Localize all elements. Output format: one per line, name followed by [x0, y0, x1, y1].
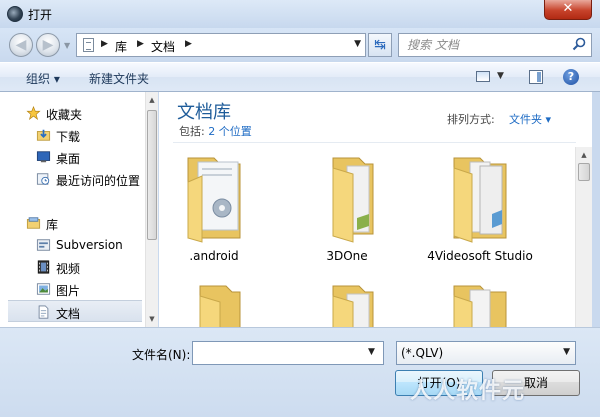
nav-item-downloads[interactable]: 下载 — [0, 124, 144, 146]
library-title: 文档库 — [177, 102, 231, 123]
breadcrumb-separator-icon[interactable]: ▶ — [137, 39, 144, 49]
navigation-scrollbar[interactable]: ▲ ▼ — [145, 92, 158, 327]
nav-item-label: 收藏夹 — [46, 108, 83, 122]
recent-pages-dropdown-icon[interactable]: ▼ — [64, 41, 70, 50]
back-button[interactable]: ◀ — [9, 33, 33, 57]
nav-item-label: 库 — [46, 218, 59, 232]
subversion-library-icon — [36, 239, 51, 251]
recent-places-icon — [36, 173, 50, 185]
nav-item-label: 文档 — [56, 307, 81, 321]
file-item-4videosoft-studio[interactable]: 4Videosoft Studio — [425, 154, 535, 284]
library-includes: 包括: 2 个位置 — [179, 123, 252, 139]
scroll-up-icon[interactable]: ▲ — [146, 94, 158, 106]
scroll-down-icon[interactable]: ▼ — [146, 313, 158, 325]
preview-pane-icon[interactable] — [529, 70, 543, 84]
nav-item-label: Subversion — [56, 238, 123, 252]
download-folder-icon — [36, 129, 51, 141]
file-name: .android — [189, 249, 239, 263]
pictures-library-icon — [36, 283, 51, 295]
scroll-up-icon[interactable]: ▲ — [576, 149, 592, 161]
desktop-icon — [36, 151, 51, 163]
refresh-button[interactable]: ↹ — [368, 33, 392, 57]
breadcrumb-separator-icon[interactable]: ▶ — [185, 39, 192, 49]
close-button[interactable]: ✕ — [544, 0, 592, 20]
nav-item-label: 下载 — [56, 130, 81, 144]
nav-item-pictures[interactable]: 图片 — [0, 278, 144, 300]
forward-button[interactable]: ▶ — [36, 33, 60, 57]
page-icon — [83, 38, 94, 52]
app-icon — [7, 6, 23, 22]
open-button[interactable]: 打开(O) — [395, 370, 483, 396]
library-includes-label: 包括: — [179, 125, 205, 138]
nav-item-libraries[interactable]: 库 — [0, 212, 144, 234]
nav-item-label: 图片 — [56, 284, 81, 298]
search-icon[interactable] — [572, 37, 586, 51]
folder-with-document-icon — [187, 157, 241, 243]
video-library-icon — [37, 260, 50, 274]
breadcrumb-libraries[interactable]: 库 — [115, 38, 127, 55]
breadcrumb-documents[interactable]: 文档 — [151, 38, 175, 55]
scrollbar-thumb[interactable] — [578, 163, 590, 181]
library-locations-link[interactable]: 2 个位置 — [208, 125, 252, 138]
file-type-select[interactable]: (*.QLV) ▼ — [396, 341, 576, 365]
nav-item-favorites[interactable]: 收藏夹 — [0, 102, 144, 124]
title-bar: 打开 ✕ — [0, 0, 600, 28]
nav-item-label: 桌面 — [56, 152, 81, 166]
search-input[interactable] — [399, 34, 569, 56]
cancel-button[interactable]: 取消 — [492, 370, 580, 396]
nav-item-label: 最近访问的位置 — [56, 174, 141, 188]
address-row: ◀ ▶ ▼ ▶ 库 ▶ 文档 ▶ ▼ ↹ — [0, 28, 600, 62]
arrange-by-dropdown[interactable]: 文件夹 ▾ — [509, 111, 551, 127]
folder-with-files-icon — [453, 157, 507, 243]
address-dropdown-icon[interactable]: ▼ — [354, 39, 361, 49]
file-list-pane: 文档库 包括: 2 个位置 排列方式: 文件夹 ▾ .android 3DOne — [159, 92, 592, 371]
address-bar[interactable]: ▶ 库 ▶ 文档 ▶ ▼ — [76, 33, 366, 57]
search-box[interactable] — [398, 33, 592, 57]
libraries-icon — [26, 217, 41, 229]
nav-item-documents[interactable]: 文档 — [8, 300, 142, 322]
organize-button[interactable]: 组织 ▾ — [26, 70, 60, 87]
arrange-by-label: 排列方式: — [447, 113, 495, 126]
view-options-dropdown-icon[interactable]: ▼ — [497, 71, 504, 81]
nav-item-subversion[interactable]: Subversion — [0, 234, 144, 256]
navigation-list: 收藏夹 下载 桌面 最近访问的位置 库 Subversion 视频 图片 文档 — [0, 92, 144, 327]
nav-item-videos[interactable]: 视频 — [0, 256, 144, 278]
command-bar: 组织 ▾ 新建文件夹 ▼ ? — [0, 62, 600, 92]
change-view-icon[interactable] — [476, 71, 490, 82]
file-item-3done[interactable]: 3DOne — [292, 154, 402, 284]
nav-item-label: 视频 — [56, 262, 81, 276]
file-type-dropdown-icon[interactable]: ▼ — [563, 347, 570, 357]
nav-item-desktop[interactable]: 桌面 — [0, 146, 144, 168]
breadcrumb-separator-icon[interactable]: ▶ — [101, 39, 108, 49]
filename-input[interactable] — [192, 341, 384, 365]
file-name: 4Videosoft Studio — [427, 249, 533, 263]
documents-library-icon — [38, 305, 49, 319]
file-list-scrollbar[interactable]: ▲ — [575, 147, 592, 327]
nav-item-recent-places[interactable]: 最近访问的位置 — [0, 168, 144, 190]
scrollbar-thumb[interactable] — [147, 110, 157, 240]
file-item-android[interactable]: .android — [159, 154, 269, 284]
help-icon[interactable]: ? — [563, 69, 579, 85]
header-divider — [173, 142, 576, 143]
file-name: 3DOne — [326, 249, 368, 263]
new-folder-button[interactable]: 新建文件夹 — [89, 70, 149, 87]
navigation-pane: 收藏夹 下载 桌面 最近访问的位置 库 Subversion 视频 图片 文档 … — [0, 92, 158, 327]
filename-label: 文件名(N): — [132, 348, 191, 362]
dialog-footer: 文件名(N): ▼ (*.QLV) ▼ 打开(O) 取消 人人软件元 — [0, 327, 600, 417]
window-title: 打开 — [28, 8, 53, 22]
star-icon — [26, 106, 41, 120]
file-type-value: (*.QLV) — [401, 346, 444, 360]
filename-dropdown-icon[interactable]: ▼ — [368, 347, 375, 357]
folder-icon — [332, 157, 374, 243]
